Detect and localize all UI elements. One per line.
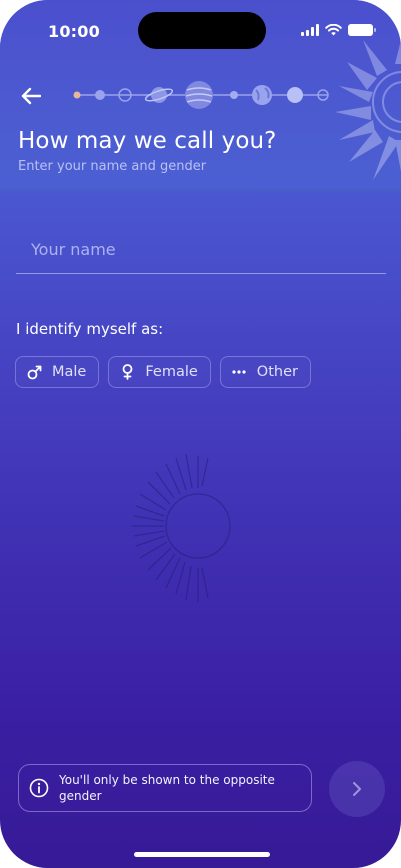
male-icon [26, 364, 42, 380]
progress-step [252, 85, 272, 105]
gender-option-label: Male [52, 364, 87, 380]
gender-options: Male Female Other [15, 356, 311, 388]
progress-step-current [73, 91, 81, 99]
progress-step [230, 91, 238, 99]
info-text: You'll only be shown to the opposite gen… [59, 773, 275, 803]
progress-step [287, 87, 303, 103]
female-icon [119, 364, 135, 380]
back-button[interactable] [16, 82, 46, 110]
gender-option-male[interactable]: Male [15, 356, 100, 388]
name-field [16, 228, 386, 274]
more-dots-icon [231, 364, 247, 380]
page-subtitle: Enter your name and gender [18, 159, 207, 174]
gender-option-female[interactable]: Female [108, 356, 211, 388]
info-icon [29, 778, 49, 798]
gender-label: I identify myself as: [16, 320, 164, 338]
gender-option-label: Female [145, 364, 198, 380]
progress-indicator [73, 81, 329, 109]
info-notice: You'll only be shown to the opposite gen… [18, 764, 312, 812]
chevron-right-icon [353, 782, 361, 796]
next-button[interactable] [329, 761, 385, 817]
arrow-left-icon [21, 87, 41, 105]
progress-step [144, 87, 174, 103]
gender-option-other[interactable]: Other [219, 356, 311, 388]
home-indicator[interactable] [134, 852, 270, 857]
gender-option-label: Other [256, 364, 298, 380]
progress-step [95, 90, 105, 100]
page-title: How may we call you? [18, 128, 277, 154]
name-input[interactable] [16, 228, 386, 273]
status-time: 10:00 [48, 22, 100, 41]
progress-step [185, 81, 213, 109]
app-screen: 10:00 How may we call you? Enter your na… [0, 0, 401, 868]
moon-decoration-icon [132, 453, 246, 602]
dynamic-island [138, 12, 266, 49]
